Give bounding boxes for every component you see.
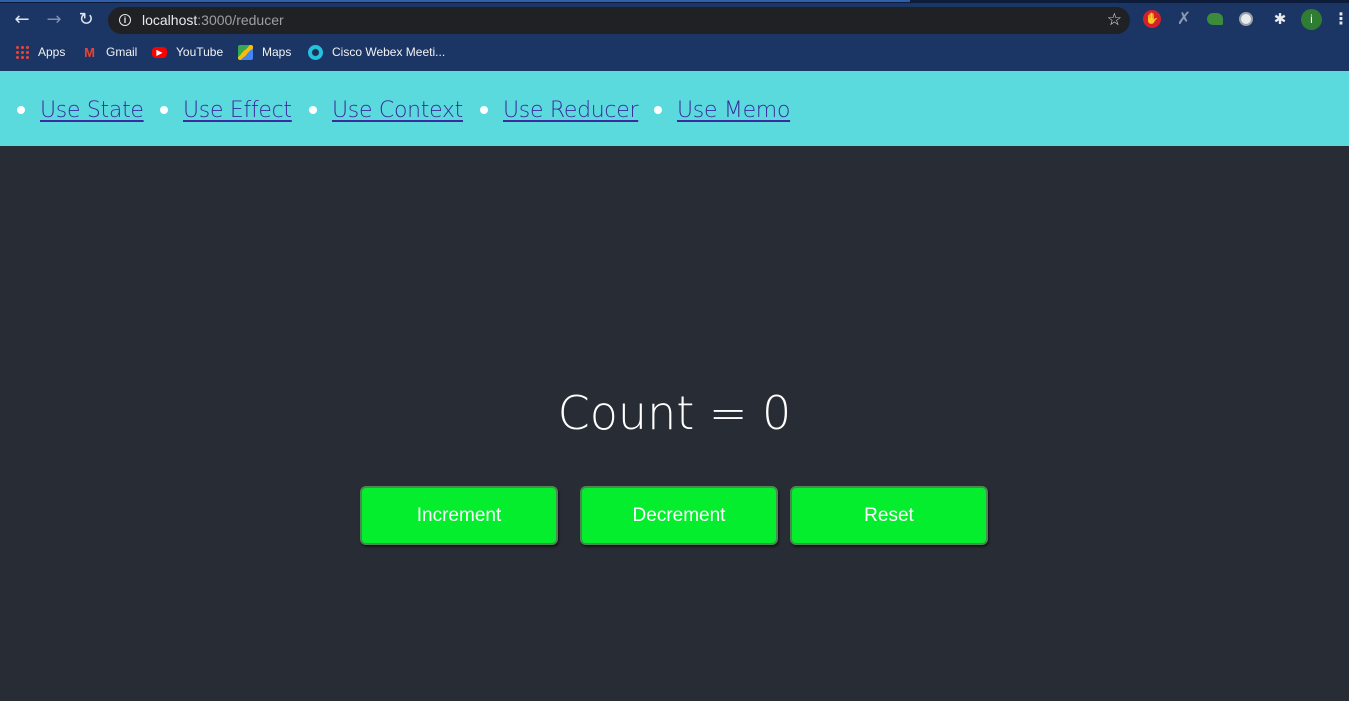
bullet-icon [309,106,317,114]
bookmark-gmail[interactable]: M Gmail [82,42,137,62]
nav-item-use-state: Use State [17,95,144,125]
active-tab-highlight [0,0,910,2]
app-navigation: Use State Use Effect Use Context Use Red… [0,71,1349,146]
bookmark-youtube[interactable]: ▶ YouTube [152,42,223,62]
reset-button[interactable]: Reset [790,486,988,545]
bookmark-webex[interactable]: Cisco Webex Meeti... [308,42,445,62]
tab-strip-edge [0,0,1349,3]
bookmark-label: Gmail [106,45,138,59]
nav-item-use-effect: Use Effect [160,95,292,125]
browser-menu-icon[interactable]: ⋮ [1333,10,1349,28]
bookmark-label: Maps [262,45,292,59]
bookmark-apps[interactable]: Apps [15,42,65,62]
nav-link-use-context[interactable]: Use Context [332,98,463,123]
profile-avatar[interactable]: i [1301,9,1322,30]
nav-link-use-effect[interactable]: Use Effect [183,98,292,123]
browser-chrome: ← → ↻ i localhost:3000/reducer ☆ ✋ ✗ ✱ i… [0,0,1349,71]
youtube-icon: ▶ [152,46,167,58]
bullet-icon [654,106,662,114]
apps-grid-icon [15,45,29,59]
x-extension-icon[interactable]: ✗ [1175,10,1193,28]
bookmark-star-icon[interactable]: ☆ [1107,10,1122,30]
nav-item-use-reducer: Use Reducer [480,95,639,125]
bookmark-label: Apps [38,45,66,59]
nav-item-use-memo: Use Memo [654,95,790,125]
forward-button[interactable]: → [42,8,66,32]
nav-item-use-context: Use Context [309,95,463,125]
site-info-icon[interactable]: i [119,14,131,26]
reload-button[interactable]: ↻ [74,8,98,32]
bookmark-maps[interactable]: Maps [238,42,291,62]
back-button[interactable]: ← [10,8,34,32]
nav-link-use-memo[interactable]: Use Memo [677,98,790,123]
url-host: localhost [142,12,198,28]
count-display: Count = 0 [557,386,792,440]
bookmark-label: Cisco Webex Meeti... [332,45,446,59]
webex-icon [308,44,323,60]
circle-extension-icon[interactable] [1239,12,1253,26]
extensions-puzzle-icon[interactable]: ✱ [1271,10,1289,28]
counter-page: Count = 0 Increment Decrement Reset [0,146,1349,701]
url-path: :3000/reducer [197,12,284,28]
eye-extension-icon[interactable] [1207,13,1223,25]
bookmark-label: YouTube [176,45,224,59]
adblock-extension-icon[interactable]: ✋ [1143,10,1161,28]
url-text[interactable]: localhost:3000/reducer [142,12,284,28]
maps-icon [238,44,253,60]
bullet-icon [480,106,488,114]
nav-link-use-state[interactable]: Use State [40,98,144,123]
increment-button[interactable]: Increment [360,486,558,545]
gmail-icon: M [84,44,95,60]
nav-link-use-reducer[interactable]: Use Reducer [503,98,639,123]
decrement-button[interactable]: Decrement [580,486,778,545]
bullet-icon [17,106,25,114]
address-bar[interactable]: i localhost:3000/reducer ☆ [108,7,1130,34]
bullet-icon [160,106,168,114]
